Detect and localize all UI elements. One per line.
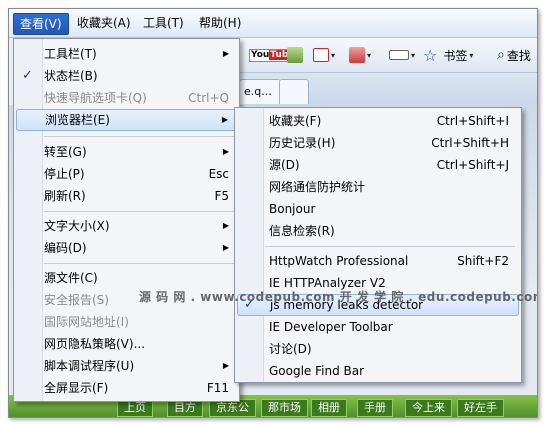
tab-label: e.q... — [244, 85, 272, 98]
view-menu: 工具栏(T) ▶ ✓ 状态栏(B) 快速导航选项卡(Q) Ctrl+Q 浏览器栏… — [13, 38, 240, 402]
submenu-item-discuss[interactable]: 讨论(D) — [237, 338, 519, 360]
print-button[interactable]: ▾ — [349, 46, 371, 64]
page-icon — [389, 50, 409, 60]
submenu-item-bonjour[interactable]: Bonjour — [237, 198, 519, 220]
checkmark-icon: ✓ — [22, 68, 33, 83]
submenu-arrow-icon: ▶ — [222, 49, 229, 58]
menu-item-explorer-bars[interactable]: 浏览器栏(E) ▶ — [16, 109, 237, 131]
bookmarks-button[interactable]: ☆ 书签 ▾ — [423, 45, 473, 65]
menu-item-full-screen[interactable]: 全屏显示(F) F11 — [16, 377, 237, 399]
tab-strip: e.q... — [239, 73, 537, 105]
new-tab-button[interactable] — [279, 79, 309, 104]
menu-item-text-size[interactable]: 文字大小(X) ▶ — [16, 215, 237, 237]
translate-icon — [287, 47, 303, 63]
site-nav-item[interactable]: 那市场 — [261, 399, 308, 417]
submenu-item-history[interactable]: 历史记录(H) Ctrl+Shift+H — [237, 132, 519, 154]
menu-item-refresh[interactable]: 刷新(R) F5 — [16, 185, 237, 207]
submenu-arrow-icon: ▶ — [221, 115, 228, 124]
mail-button[interactable]: ▾ — [313, 46, 335, 64]
page-button[interactable]: ▾ — [389, 46, 415, 64]
submenu-item-research[interactable]: 信息检索(R) — [237, 220, 519, 242]
submenu-arrow-icon: ▶ — [222, 243, 229, 252]
menu-separator — [44, 263, 234, 264]
search-label: 查找 — [506, 48, 531, 63]
toolbar: YouTube▾ ▾ ▾ ▾ ☆ 书签▾ ⌕ 查找 — [239, 38, 537, 73]
menu-item-encoding[interactable]: 编码(D) ▶ — [16, 237, 237, 259]
menu-item-toolbars[interactable]: 工具栏(T) ▶ — [16, 43, 237, 65]
bookmarks-label: 书签 — [443, 48, 468, 63]
menu-separator — [44, 211, 234, 212]
print-icon — [349, 47, 365, 63]
submenu-arrow-icon: ▶ — [222, 221, 229, 230]
menu-item-status-bar[interactable]: ✓ 状态栏(B) — [16, 65, 237, 87]
menu-item-stop[interactable]: 停止(P) Esc — [16, 163, 237, 185]
menu-item-intl-address: 国际网站地址(I) — [44, 315, 129, 329]
menu-item-source[interactable]: 源文件(C) — [16, 267, 237, 289]
browser-window: 查看(V) 收藏夹(A) 工具(T) 帮助(H) YouTube▾ ▾ ▾ ▾ … — [8, 8, 538, 418]
menu-bar: 查看(V) 收藏夹(A) 工具(T) 帮助(H) — [9, 9, 537, 38]
search-icon: ⌕ — [497, 47, 505, 63]
submenu-item-httpwatch[interactable]: HttpWatch Professional Shift+F2 — [237, 250, 519, 272]
menu-tools[interactable]: 工具(T) — [139, 15, 188, 31]
submenu-item-google-find-bar[interactable]: Google Find Bar — [237, 360, 519, 382]
submenu-item-ie-dev-toolbar[interactable]: IE Developer Toolbar — [237, 316, 519, 338]
submenu-arrow-icon: ▶ — [222, 361, 229, 370]
mail-icon — [313, 48, 329, 62]
site-nav-item[interactable]: 今上来 — [405, 399, 452, 417]
menu-favorites[interactable]: 收藏夹(A) — [73, 15, 135, 31]
submenu-item-feeds[interactable]: 源(D) Ctrl+Shift+J — [237, 154, 519, 176]
submenu-item-network-stats[interactable]: 网络通信防护统计 — [237, 176, 519, 198]
tab-current[interactable]: e.q... — [239, 79, 281, 104]
submenu-arrow-icon: ▶ — [222, 147, 229, 156]
search-button[interactable]: ⌕ 查找 — [497, 46, 531, 64]
menu-item-quick-tabs: 快速导航选项卡(Q) Ctrl+Q — [44, 91, 229, 105]
menu-separator — [265, 246, 515, 247]
explorer-bars-submenu: 收藏夹(F) Ctrl+Shift+I 历史记录(H) Ctrl+Shift+H… — [234, 107, 522, 383]
menu-item-script-debugger[interactable]: 脚本调试程序(U) ▶ — [16, 355, 237, 377]
star-icon: ☆ — [423, 45, 438, 65]
menu-separator — [44, 136, 234, 137]
menu-item-privacy-policy[interactable]: 网页隐私策略(V)... — [16, 333, 237, 355]
menu-view[interactable]: 查看(V) — [13, 13, 69, 35]
translate-button[interactable] — [287, 46, 303, 64]
submenu-item-favorites[interactable]: 收藏夹(F) Ctrl+Shift+I — [237, 110, 519, 132]
site-nav-item[interactable]: 好左手 — [457, 399, 504, 417]
watermark-text: 源 码 网 . www.codepub.com 开 发 学 院 . edu.co… — [139, 290, 538, 304]
site-nav-item[interactable]: 手册 — [357, 399, 393, 417]
menu-item-go-to[interactable]: 转至(G) ▶ — [16, 141, 237, 163]
site-nav-item[interactable]: 相册 — [311, 399, 347, 417]
menu-help[interactable]: 帮助(H) — [195, 15, 245, 31]
